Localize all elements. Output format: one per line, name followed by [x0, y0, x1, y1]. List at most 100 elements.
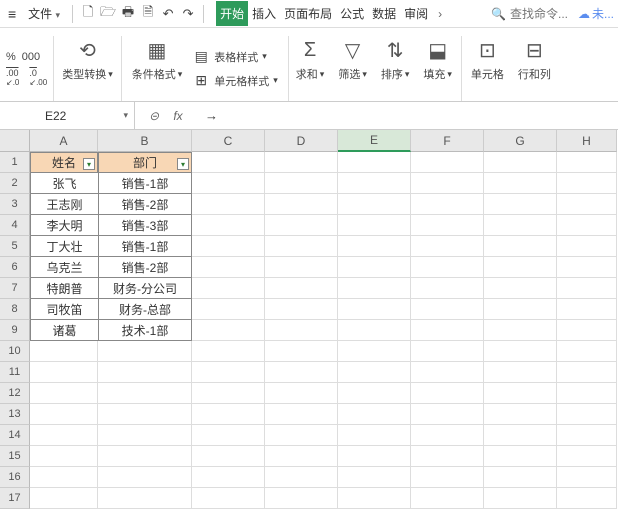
col-header-A[interactable]: A: [30, 130, 98, 152]
preview-icon[interactable]: 🗎: [139, 5, 157, 23]
cell[interactable]: [98, 404, 192, 425]
tab-review[interactable]: 审阅: [400, 1, 432, 26]
cell[interactable]: [557, 299, 617, 320]
cell[interactable]: [411, 173, 484, 194]
cell[interactable]: [557, 278, 617, 299]
cells-button[interactable]: ⊡单元格: [464, 36, 511, 101]
cell[interactable]: [338, 488, 411, 509]
cell[interactable]: [338, 467, 411, 488]
cell[interactable]: [265, 152, 338, 173]
row-header[interactable]: 4: [0, 215, 30, 236]
cell[interactable]: [192, 467, 265, 488]
cell[interactable]: [30, 404, 98, 425]
cell[interactable]: [30, 446, 98, 467]
cell[interactable]: [411, 299, 484, 320]
cell[interactable]: [338, 299, 411, 320]
row-header[interactable]: 12: [0, 383, 30, 404]
cell[interactable]: [557, 467, 617, 488]
cell[interactable]: [338, 341, 411, 362]
col-header-H[interactable]: H: [557, 130, 617, 152]
cell[interactable]: [411, 152, 484, 173]
cell[interactable]: [338, 194, 411, 215]
cell[interactable]: [192, 194, 265, 215]
cell[interactable]: [411, 446, 484, 467]
cell[interactable]: [192, 488, 265, 509]
cell[interactable]: [192, 446, 265, 467]
cell[interactable]: [265, 467, 338, 488]
cell[interactable]: [265, 173, 338, 194]
cloud-sync[interactable]: ☁ 未...: [578, 5, 614, 22]
col-header-B[interactable]: B: [98, 130, 192, 152]
cell[interactable]: [265, 194, 338, 215]
cell[interactable]: [30, 488, 98, 509]
cell[interactable]: [30, 341, 98, 362]
tab-data[interactable]: 数据: [368, 1, 400, 26]
cell[interactable]: [192, 404, 265, 425]
cell[interactable]: [557, 446, 617, 467]
cell[interactable]: 乌克兰: [30, 257, 98, 278]
cell[interactable]: [411, 215, 484, 236]
cell[interactable]: [557, 236, 617, 257]
row-header[interactable]: 15: [0, 446, 30, 467]
new-icon[interactable]: 🗋: [79, 5, 97, 23]
rowcol-button[interactable]: ⊟行和列: [511, 36, 558, 101]
cell[interactable]: [192, 278, 265, 299]
row-header[interactable]: 6: [0, 257, 30, 278]
row-header[interactable]: 14: [0, 425, 30, 446]
cell[interactable]: [338, 257, 411, 278]
cell[interactable]: [265, 425, 338, 446]
cell[interactable]: [557, 320, 617, 341]
cell[interactable]: [557, 425, 617, 446]
tab-home[interactable]: 开始: [216, 1, 248, 26]
row-header[interactable]: 10: [0, 341, 30, 362]
thousands-button[interactable]: 000: [22, 51, 40, 63]
print-icon[interactable]: 🖶: [119, 5, 137, 23]
cell[interactable]: [265, 278, 338, 299]
cell[interactable]: [411, 425, 484, 446]
filter-dropdown-icon[interactable]: ▾: [83, 158, 95, 170]
cell[interactable]: [98, 362, 192, 383]
cell[interactable]: [338, 236, 411, 257]
cell[interactable]: [411, 383, 484, 404]
cell[interactable]: [265, 299, 338, 320]
cell[interactable]: 销售-1部: [98, 173, 192, 194]
cell[interactable]: [338, 278, 411, 299]
cell[interactable]: [30, 467, 98, 488]
cell[interactable]: [484, 194, 557, 215]
col-header-F[interactable]: F: [411, 130, 484, 152]
row-header[interactable]: 3: [0, 194, 30, 215]
cell[interactable]: [338, 173, 411, 194]
cell[interactable]: [484, 467, 557, 488]
cell[interactable]: [338, 425, 411, 446]
tabs-overflow-icon[interactable]: ›: [434, 7, 446, 21]
tab-formulas[interactable]: 公式: [336, 1, 368, 26]
cell[interactable]: [338, 215, 411, 236]
cell[interactable]: [338, 320, 411, 341]
select-all-corner[interactable]: [0, 130, 30, 152]
cell[interactable]: [557, 152, 617, 173]
cell[interactable]: 技术-1部: [98, 320, 192, 341]
cell[interactable]: 王志刚: [30, 194, 98, 215]
row-header[interactable]: 16: [0, 467, 30, 488]
cell[interactable]: [98, 383, 192, 404]
cell[interactable]: [484, 320, 557, 341]
cell[interactable]: 销售-2部: [98, 257, 192, 278]
cell[interactable]: [557, 257, 617, 278]
row-header[interactable]: 17: [0, 488, 30, 509]
filter-dropdown-icon[interactable]: ▾: [177, 158, 189, 170]
cell[interactable]: [484, 215, 557, 236]
cell[interactable]: [192, 215, 265, 236]
col-header-C[interactable]: C: [192, 130, 265, 152]
cell[interactable]: [98, 467, 192, 488]
file-menu[interactable]: 文件 ▾: [22, 3, 66, 24]
cell[interactable]: [484, 173, 557, 194]
col-header-E[interactable]: E: [338, 130, 411, 152]
cell[interactable]: [192, 341, 265, 362]
cell[interactable]: [484, 362, 557, 383]
cell[interactable]: [265, 236, 338, 257]
cell[interactable]: [338, 446, 411, 467]
app-menu-icon[interactable]: ≡: [4, 6, 20, 22]
cell[interactable]: [265, 404, 338, 425]
cell[interactable]: 特朗普: [30, 278, 98, 299]
cell[interactable]: [411, 194, 484, 215]
